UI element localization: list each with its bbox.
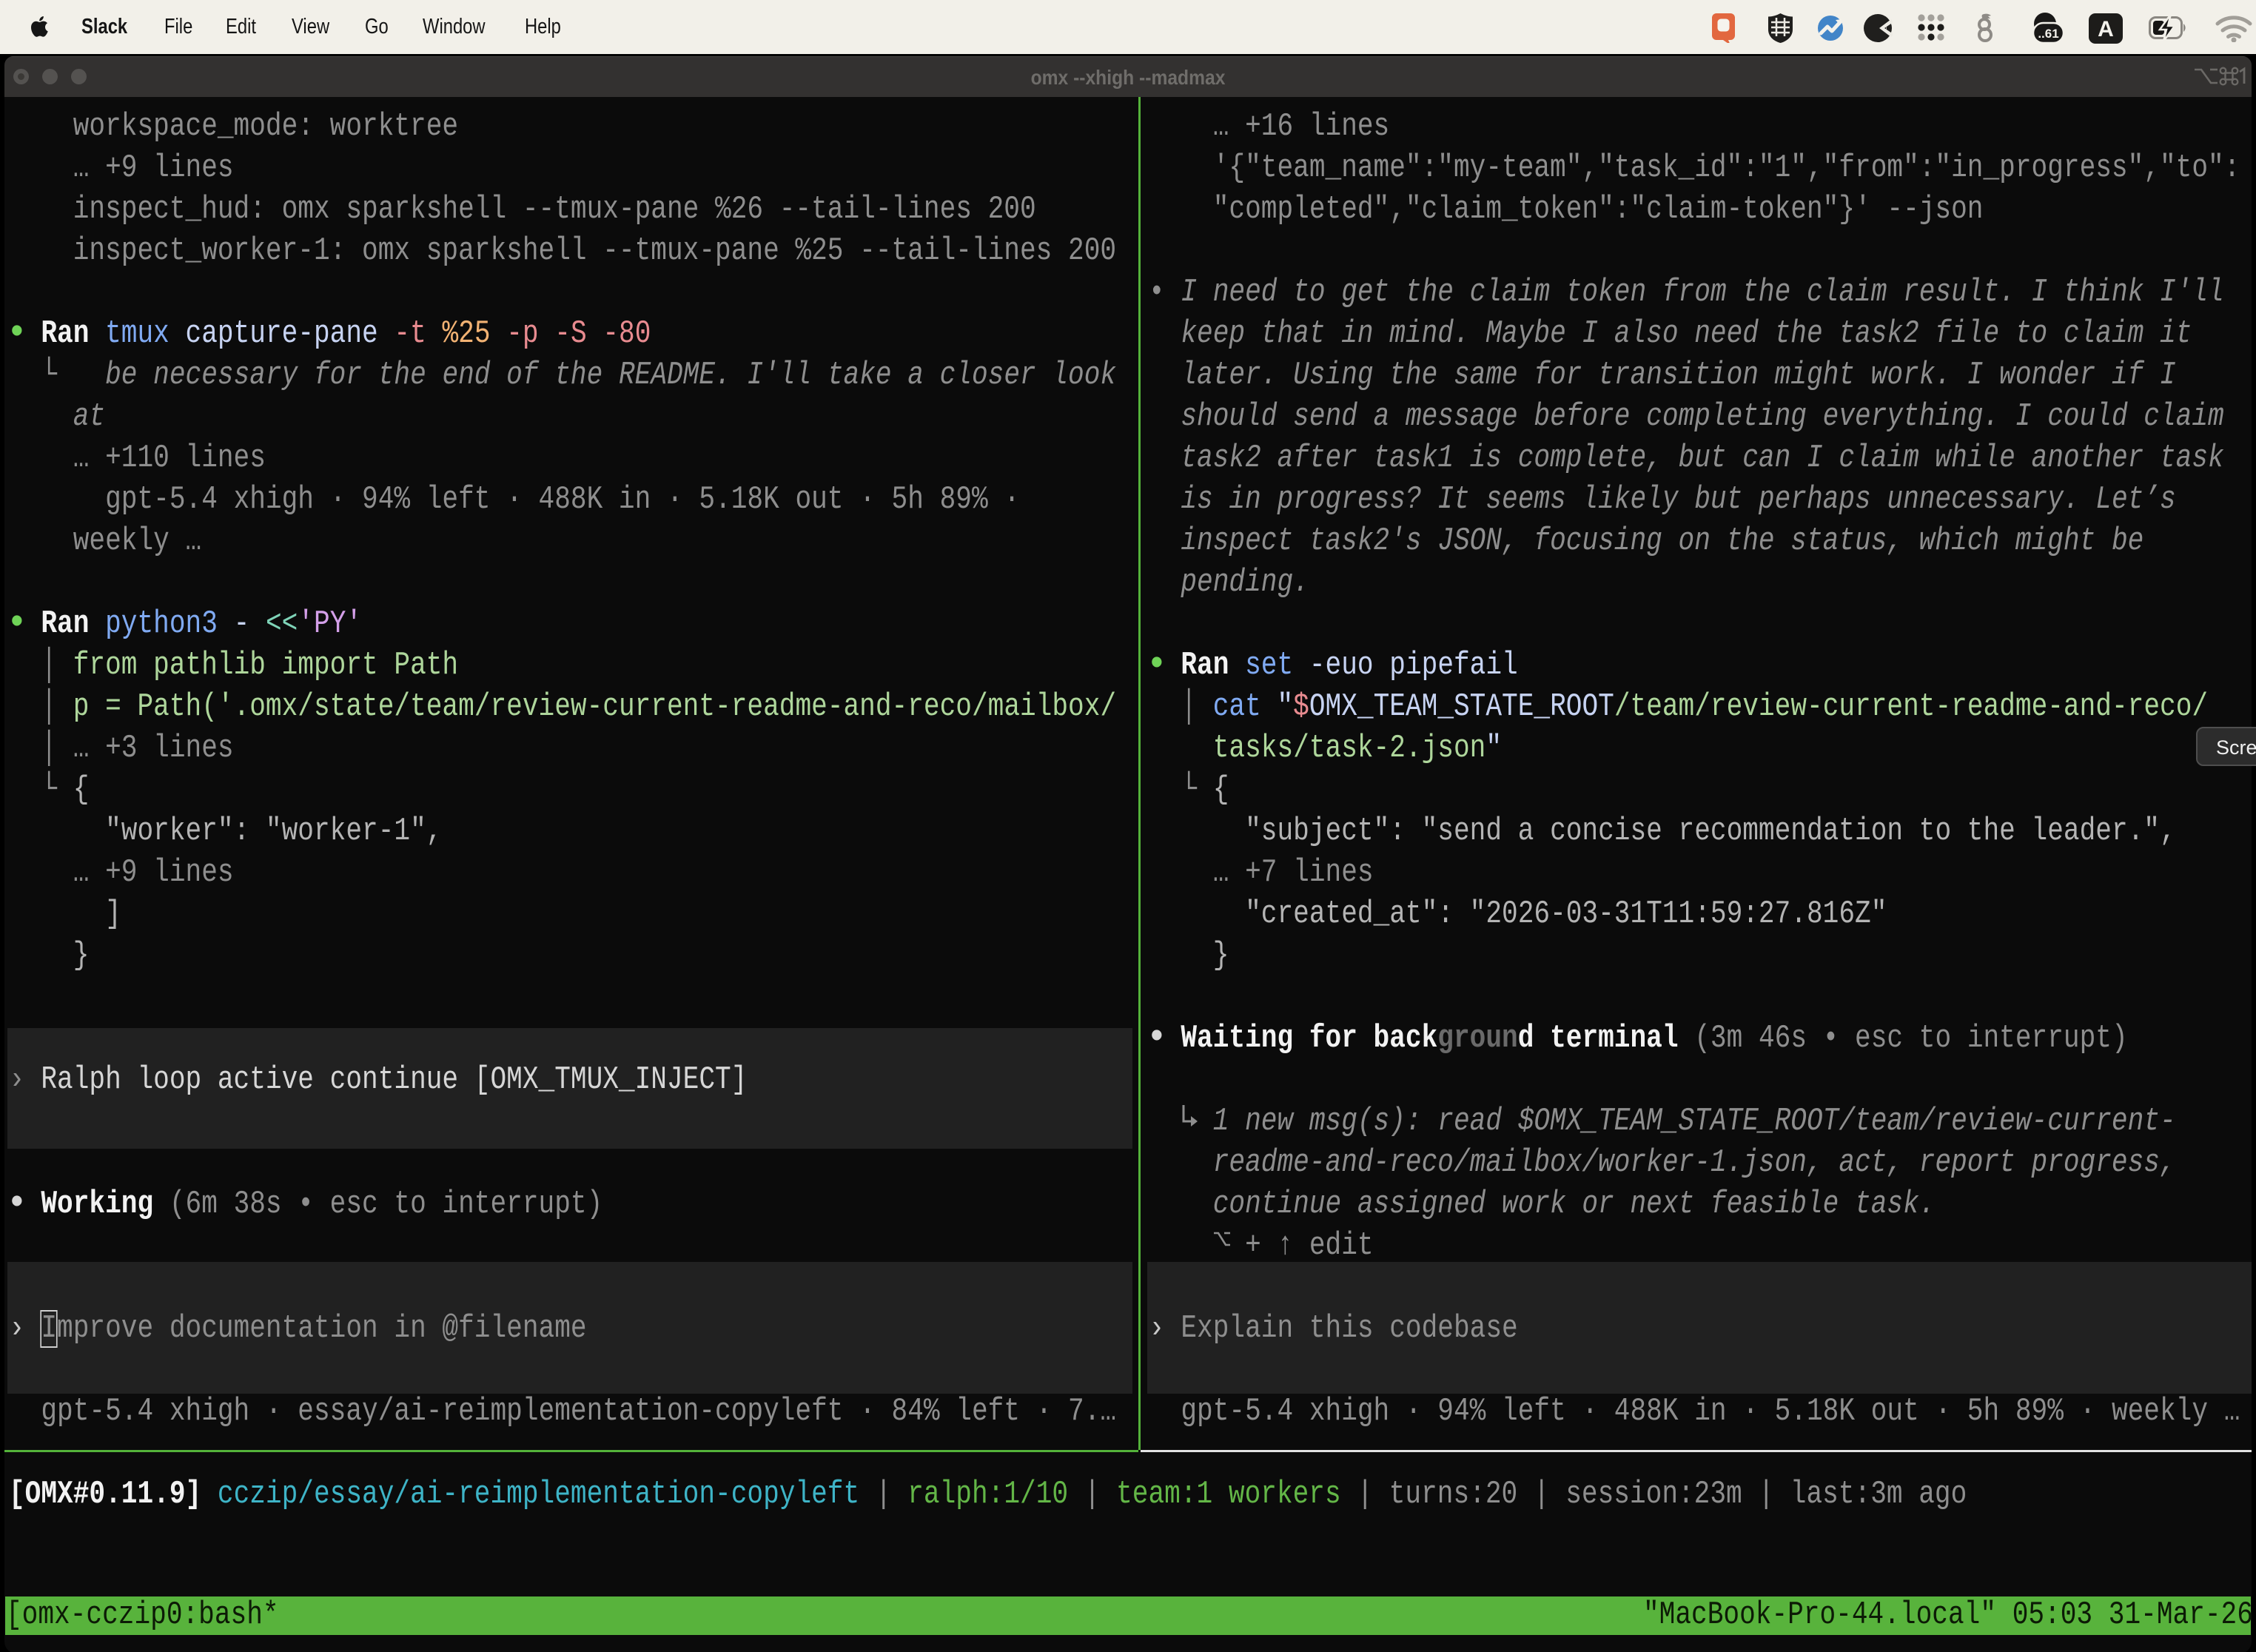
svg-text:A: A	[2098, 17, 2114, 41]
svg-text:..61: ..61	[2038, 27, 2058, 41]
